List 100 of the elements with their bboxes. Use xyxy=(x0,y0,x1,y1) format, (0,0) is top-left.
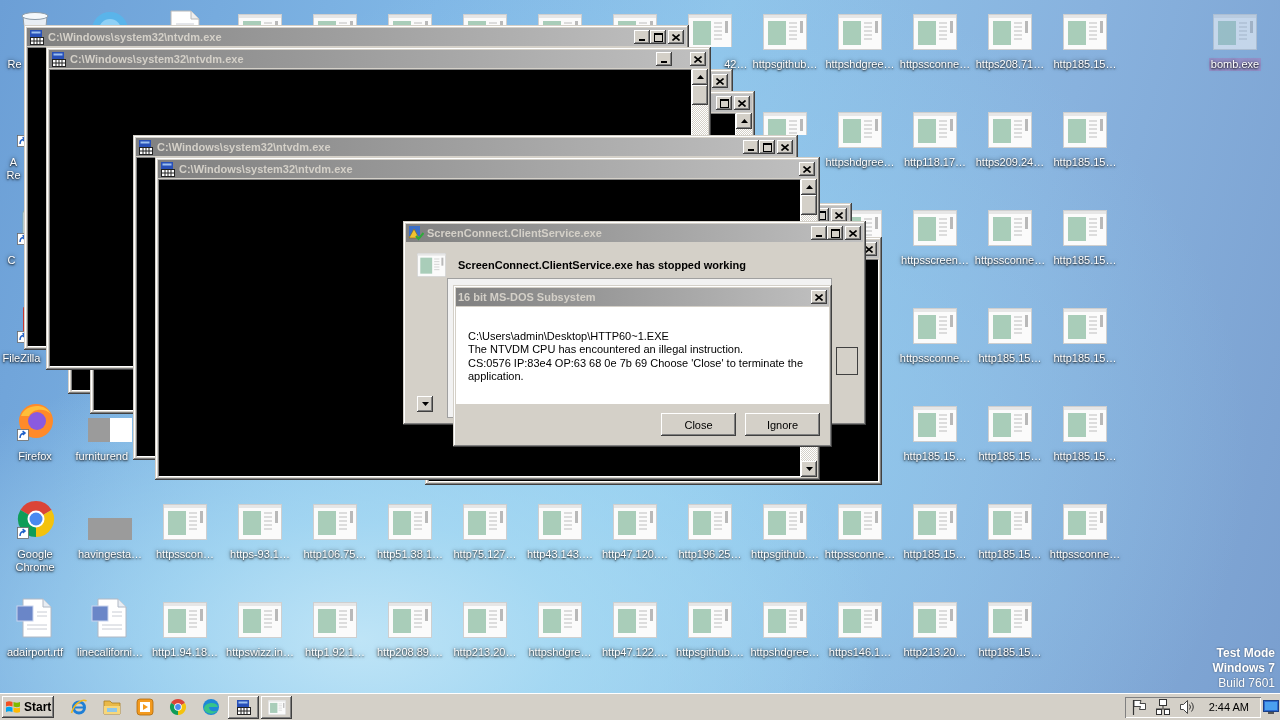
icon-label[interactable]: furniturend xyxy=(75,450,129,463)
icon-label[interactable]: FileZilla xyxy=(2,352,41,365)
scroll-up-button[interactable] xyxy=(692,69,708,85)
file-thumbnail-icon[interactable] xyxy=(88,518,132,540)
folder-icon[interactable] xyxy=(102,698,121,716)
icon-label[interactable]: httpshdgree… xyxy=(750,646,820,659)
media-player-icon[interactable] xyxy=(135,698,154,716)
minimize-button[interactable] xyxy=(634,30,650,44)
flag-icon[interactable] xyxy=(1130,699,1147,715)
close-button[interactable] xyxy=(668,30,684,44)
icon-label[interactable]: httpshdgre… xyxy=(528,646,592,659)
icon-label[interactable]: http185.15… xyxy=(903,548,967,561)
browser-shortcut-icon[interactable] xyxy=(15,402,55,442)
dialog-button[interactable]: Ignore xyxy=(745,413,820,436)
icon-label[interactable]: http213.20… xyxy=(903,646,967,659)
icon-label[interactable]: http47.122.… xyxy=(601,646,669,659)
image-file-icon[interactable] xyxy=(88,418,132,442)
icon-label[interactable]: https208.71… xyxy=(975,58,1045,71)
icon-label[interactable]: http118.17… xyxy=(903,156,967,169)
icon-label[interactable]: Google Chrome xyxy=(0,548,70,574)
browser-shortcut-icon[interactable] xyxy=(15,500,55,540)
scroll-thumb[interactable] xyxy=(692,85,708,105)
icon-label[interactable]: http185.15… xyxy=(1053,58,1117,71)
close-button[interactable] xyxy=(712,74,728,88)
icon-label[interactable]: linecaliforni… xyxy=(77,646,143,659)
close-button[interactable] xyxy=(777,140,793,154)
icon-label[interactable]: https209.24… xyxy=(975,156,1045,169)
icon-label[interactable]: http185.15… xyxy=(903,450,967,463)
close-button[interactable] xyxy=(811,290,827,304)
minimize-button[interactable] xyxy=(811,226,827,240)
icon-label[interactable]: http51.38.1… xyxy=(376,548,444,561)
icon-label[interactable]: http1.92.1… xyxy=(305,646,365,659)
details-toggle-button[interactable] xyxy=(417,396,433,412)
icon-label[interactable]: C xyxy=(7,254,16,267)
icon-label[interactable]: http208.89.… xyxy=(376,646,444,659)
maximize-button[interactable] xyxy=(759,140,775,154)
icon-label[interactable]: http185.15… xyxy=(1053,450,1117,463)
document-icon[interactable] xyxy=(90,598,130,638)
icon-label[interactable]: http75.127… xyxy=(453,548,517,561)
clock[interactable]: 2:44 AM xyxy=(1208,701,1249,713)
close-button[interactable] xyxy=(831,208,847,222)
document-icon[interactable] xyxy=(15,598,55,638)
taskbar-button[interactable] xyxy=(228,695,259,719)
minimize-button[interactable] xyxy=(656,52,672,66)
icon-label[interactable]: adairport.rtf xyxy=(6,646,64,659)
icon-label[interactable]: httpsscon… xyxy=(155,548,215,561)
icon-label[interactable]: httpsgithub… xyxy=(752,58,818,71)
icon-label[interactable]: http185.15… xyxy=(1053,352,1117,365)
scroll-up-button[interactable] xyxy=(801,179,817,195)
icon-label[interactable]: http213.20… xyxy=(453,646,517,659)
minimize-button[interactable] xyxy=(743,140,759,154)
icon-label[interactable]: https-93.1… xyxy=(230,548,290,561)
maximize-button[interactable] xyxy=(650,30,666,44)
browser-icon[interactable] xyxy=(201,698,220,716)
browser-icon[interactable] xyxy=(69,698,88,716)
browser-icon[interactable] xyxy=(168,698,187,716)
icon-label[interactable]: httpshdgree… xyxy=(825,156,895,169)
scroll-down-button[interactable] xyxy=(801,461,817,477)
icon-label[interactable]: 42… xyxy=(724,58,748,71)
scroll-thumb[interactable] xyxy=(801,195,817,215)
icon-label[interactable]: http43.143.… xyxy=(526,548,594,561)
icon-label[interactable]: Re xyxy=(7,58,22,71)
icon-label[interactable]: A Re xyxy=(5,156,22,182)
icon-label[interactable]: https146.1… xyxy=(828,646,892,659)
taskbar-button[interactable] xyxy=(261,695,292,719)
icon-label[interactable]: http185.15… xyxy=(978,450,1042,463)
volume-icon[interactable] xyxy=(1178,699,1195,715)
icon-label[interactable]: http185.15… xyxy=(978,352,1042,365)
monitor-icon[interactable] xyxy=(1263,699,1279,715)
close-button[interactable] xyxy=(734,96,750,110)
icon-label[interactable]: http47.120.… xyxy=(601,548,669,561)
icon-label[interactable]: httpsgithub.… xyxy=(751,548,819,561)
start-button[interactable]: Start xyxy=(2,696,54,718)
icon-label[interactable]: http185.15… xyxy=(1053,254,1117,267)
dialog-button[interactable] xyxy=(836,347,858,375)
icon-label[interactable]: http185.15… xyxy=(978,548,1042,561)
maximize-button[interactable] xyxy=(716,96,732,110)
icon-label[interactable]: http196.25… xyxy=(678,548,742,561)
close-button[interactable] xyxy=(845,226,861,240)
document-icon[interactable] xyxy=(167,10,203,25)
icon-label[interactable]: http106.75… xyxy=(303,548,367,561)
icon-label[interactable]: httpsgithub.… xyxy=(676,646,744,659)
maximize-button[interactable] xyxy=(827,226,843,240)
icon-label[interactable]: httpssconne… xyxy=(899,58,971,71)
icon-label[interactable]: havingesta… xyxy=(77,548,143,561)
network-icon[interactable] xyxy=(1154,699,1171,715)
icon-label[interactable]: httpswizz.in… xyxy=(226,646,294,659)
icon-label[interactable]: httpssconne… xyxy=(1049,548,1121,561)
close-button[interactable] xyxy=(690,52,706,66)
icon-label[interactable]: http185.15… xyxy=(1053,156,1117,169)
icon-label[interactable]: Firefox xyxy=(18,450,52,463)
icon-label[interactable]: http185.15… xyxy=(978,646,1042,659)
icon-label[interactable]: httpssconne… xyxy=(899,352,971,365)
dialog-button[interactable]: Close xyxy=(661,413,736,436)
icon-label[interactable]: httpssconne… xyxy=(824,548,896,561)
icon-label[interactable]: httpssconne… xyxy=(974,254,1046,267)
icon-label[interactable]: http1.94.18… xyxy=(151,646,219,659)
scroll-up-button[interactable] xyxy=(736,113,752,129)
icon-label[interactable]: httpsscreen… xyxy=(901,254,969,267)
icon-label[interactable]: httpshdgree… xyxy=(825,58,895,71)
